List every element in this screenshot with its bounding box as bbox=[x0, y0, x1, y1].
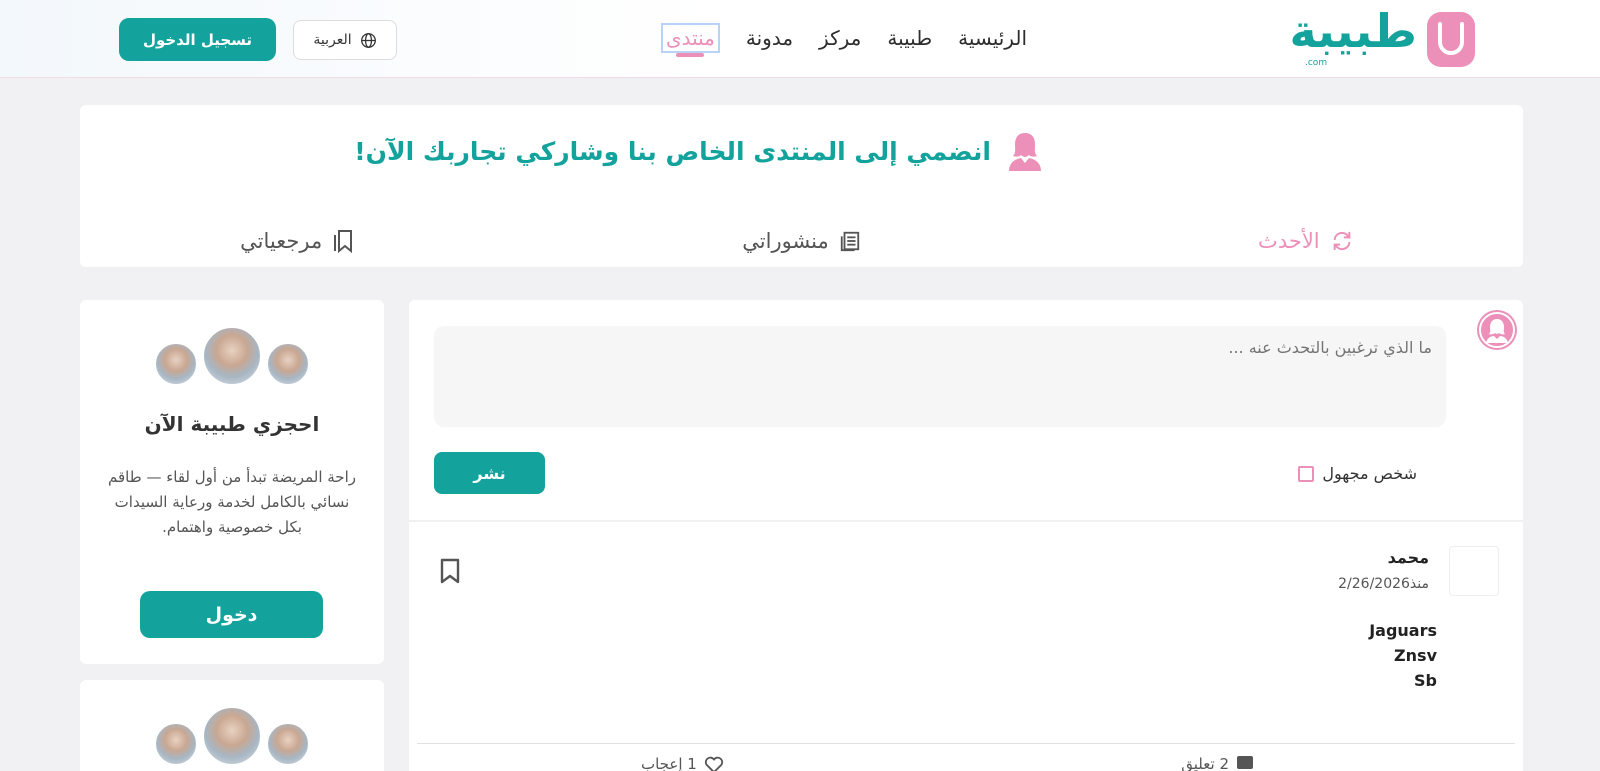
forum-post: محمد منذ2/26/2026 Jaguars Znsv Sb 2 تعلي… bbox=[409, 522, 1523, 771]
refresh-icon bbox=[1333, 231, 1350, 251]
post-body: Jaguars Znsv Sb bbox=[1369, 618, 1437, 693]
book-doctor-card-secondary bbox=[80, 680, 384, 771]
anonymous-toggle[interactable]: شخص مجهول bbox=[1298, 464, 1417, 483]
logo-suffix: .com bbox=[1305, 58, 1328, 68]
tab-my-posts-label: منشوراتي bbox=[742, 229, 829, 253]
card-title: احجزي طبيبة الآن bbox=[144, 412, 320, 436]
document-icon bbox=[840, 231, 859, 252]
like-button[interactable]: 1 إعجاب bbox=[641, 754, 725, 771]
globe-icon bbox=[360, 32, 376, 48]
post-text-input[interactable] bbox=[434, 326, 1446, 427]
main-nav: الرئيسية طبيبة مركز مدونة منتدى bbox=[635, 18, 1027, 58]
site-logo[interactable]: طبيبة .com bbox=[1289, 4, 1475, 70]
doctor-avatars bbox=[80, 706, 384, 766]
logo-text: طبيبة bbox=[1289, 4, 1418, 58]
tab-my-bookmarks-label: مرجعياتي bbox=[240, 229, 323, 253]
publish-button[interactable]: نشر bbox=[434, 452, 545, 494]
tab-latest[interactable]: الأحدث bbox=[1019, 215, 1523, 267]
doctor-avatar bbox=[202, 326, 262, 386]
nav-center[interactable]: مركز bbox=[819, 26, 861, 50]
woman-avatar-icon bbox=[1009, 133, 1041, 171]
forum-banner: انضمي إلى المنتدى الخاص بنا وشاركي تجارب… bbox=[80, 105, 1523, 267]
card-description: راحة المريضة تبدأ من أول لقاء — طاقم نسا… bbox=[108, 468, 356, 536]
doctor-avatars bbox=[80, 326, 384, 386]
post-line: Jaguars bbox=[1369, 621, 1437, 640]
forum-tabs: الأحدث منشوراتي مرجعياتي bbox=[80, 215, 1523, 267]
nav-forum[interactable]: منتدى bbox=[660, 23, 720, 53]
author-avatar bbox=[1449, 546, 1499, 596]
anonymous-label: شخص مجهول bbox=[1322, 464, 1417, 483]
post-author[interactable]: محمد bbox=[1388, 548, 1429, 567]
doctor-avatar bbox=[266, 722, 310, 766]
logo-icon bbox=[1427, 12, 1475, 67]
top-header: طبيبة .com الرئيسية طبيبة مركز مدونة منت… bbox=[0, 0, 1600, 78]
doctor-avatar bbox=[154, 722, 198, 766]
language-label: العربية bbox=[313, 32, 352, 48]
banner-title: انضمي إلى المنتدى الخاص بنا وشاركي تجارب… bbox=[354, 136, 991, 166]
likes-count: 1 إعجاب bbox=[641, 755, 697, 771]
banner-heading: انضمي إلى المنتدى الخاص بنا وشاركي تجارب… bbox=[354, 131, 1043, 171]
bookmark-post-icon[interactable] bbox=[439, 558, 461, 588]
language-button[interactable]: العربية bbox=[293, 20, 397, 60]
comments-count: 2 تعليق bbox=[1181, 755, 1229, 771]
doctor-avatar bbox=[154, 342, 198, 386]
comment-icon bbox=[1237, 756, 1253, 769]
tab-my-posts[interactable]: منشوراتي bbox=[584, 215, 1018, 267]
login-button[interactable]: تسجيل الدخول bbox=[119, 18, 276, 61]
doctor-avatar bbox=[202, 706, 262, 766]
compose-post-panel: شخص مجهول نشر bbox=[409, 300, 1523, 520]
post-line: Sb bbox=[1414, 671, 1437, 690]
nav-home[interactable]: الرئيسية bbox=[958, 26, 1027, 50]
post-divider bbox=[417, 743, 1515, 744]
nav-blog[interactable]: مدونة bbox=[746, 26, 793, 50]
heart-icon bbox=[704, 756, 723, 771]
post-line: Znsv bbox=[1394, 646, 1437, 665]
comments-button[interactable]: 2 تعليق bbox=[1181, 754, 1255, 771]
user-avatar-icon bbox=[1477, 310, 1517, 350]
tab-latest-label: الأحدث bbox=[1258, 229, 1320, 253]
bookmark-icon bbox=[334, 230, 353, 253]
post-date: منذ2/26/2026 bbox=[1338, 576, 1429, 592]
enter-button[interactable]: دخول bbox=[140, 591, 323, 638]
tab-my-bookmarks[interactable]: مرجعياتي bbox=[80, 215, 584, 267]
book-doctor-card: احجزي طبيبة الآن راحة المريضة تبدأ من أو… bbox=[80, 300, 384, 664]
doctor-avatar bbox=[266, 342, 310, 386]
anonymous-checkbox[interactable] bbox=[1298, 465, 1315, 482]
nav-doctor[interactable]: طبيبة bbox=[887, 26, 932, 50]
